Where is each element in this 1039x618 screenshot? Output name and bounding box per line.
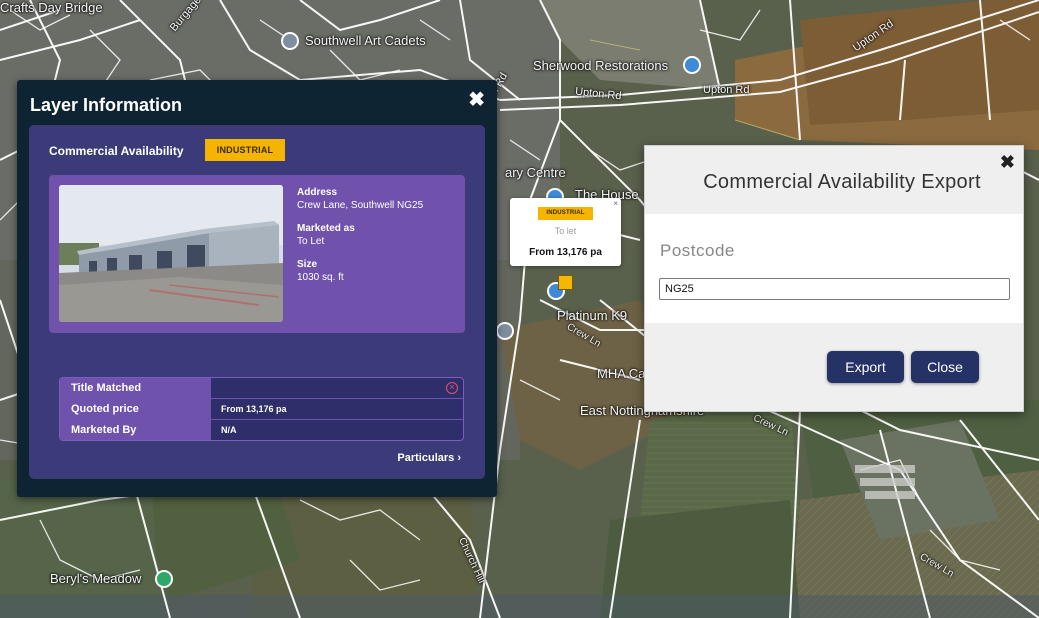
category-title: Commercial Availability (49, 144, 184, 158)
particulars-link[interactable]: Particulars › (397, 452, 461, 464)
table-row: Marketed By N/A (60, 420, 463, 440)
category-badge: INDUSTRIAL (205, 139, 285, 161)
table-row: Quoted price From 13,176 pa (60, 399, 463, 420)
postcode-label: Postcode (660, 241, 735, 260)
address-value: Crew Lane, Southwell NG25 (297, 200, 424, 211)
row-label: Marketed By (60, 420, 211, 440)
panel-title: Layer Information (30, 95, 183, 115)
row-label: Title Matched (60, 378, 211, 399)
popup-status: To let (554, 226, 577, 236)
popup-price: From 13,176 pa (529, 247, 602, 258)
marketed-as-value: To Let (297, 236, 325, 247)
map-label: Crafts Day Bridge (0, 0, 103, 15)
marketed-as-label: Marketed as (297, 223, 355, 234)
size-label: Size (297, 259, 318, 270)
export-button[interactable]: Export (827, 351, 904, 383)
not-matched-icon: × (446, 382, 458, 394)
row-value: N/A (221, 425, 237, 435)
close-button[interactable]: Close (911, 351, 979, 383)
details-table: Title Matched × Quoted price From 13,176… (59, 377, 464, 441)
map-label: ary Centre (505, 165, 566, 180)
address-label: Address (297, 187, 338, 198)
property-card: Address Crew Lane, Southwell NG25 Market… (49, 175, 465, 333)
close-icon[interactable]: ✖ (1000, 152, 1015, 173)
poi-marker-icon[interactable] (496, 322, 514, 340)
size-value: 1030 sq. ft (297, 272, 344, 283)
map-label: Sherwood Restorations (533, 58, 669, 73)
map-label: Southwell Art Cadets (305, 33, 426, 48)
row-value: From 13,176 pa (211, 399, 463, 420)
close-icon[interactable]: ✖ (468, 90, 485, 110)
table-row: Title Matched × (60, 378, 463, 399)
property-image (59, 185, 283, 322)
dialog-header: Commercial Availability Export ✖ (645, 146, 1023, 214)
map-label: Beryl's Meadow (50, 571, 142, 586)
dialog-title: Commercial Availability Export (703, 171, 981, 193)
poi-marker-icon[interactable] (281, 32, 299, 50)
map-label: Platinum K9 (557, 308, 628, 323)
property-details: Address Crew Lane, Southwell NG25 Market… (297, 186, 423, 294)
map-popup: INDUSTRIAL × To let From 13,176 pa (510, 198, 621, 266)
layer-information-panel: Layer Information ✖ Commercial Availabil… (17, 80, 497, 497)
export-dialog: Commercial Availability Export ✖ Postcod… (644, 145, 1024, 412)
layer-content: Commercial Availability INDUSTRIAL Addre… (29, 125, 485, 479)
poi-marker-icon[interactable] (683, 56, 701, 74)
poi-marker-icon[interactable] (155, 570, 173, 588)
postcode-input[interactable] (659, 278, 1010, 300)
popup-badge: INDUSTRIAL (538, 207, 593, 220)
property-photo[interactable] (59, 185, 283, 322)
row-value (211, 378, 463, 399)
map-label: Upton Rd (703, 84, 750, 96)
row-label: Quoted price (60, 399, 211, 420)
close-icon[interactable]: × (613, 199, 618, 208)
property-marker-icon[interactable] (558, 275, 573, 290)
